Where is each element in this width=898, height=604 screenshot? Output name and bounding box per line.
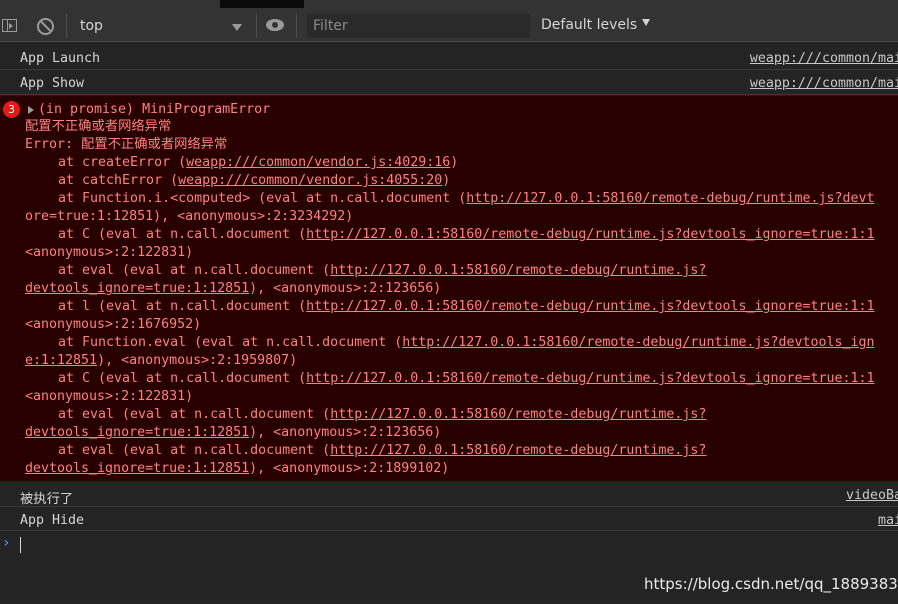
stack-text: at createError ( [58, 155, 187, 170]
stack-source-link[interactable]: http://127.0.0.1:58160/remote-debug/runt… [402, 335, 874, 350]
stack-line: <anonymous>:2:122831) [25, 244, 193, 262]
stack-line: 配置不正确或者网络异常 [25, 118, 171, 136]
console-message-row: App Hide mai [0, 507, 898, 531]
console-toolbar: top Default levels [0, 0, 898, 42]
stack-text: at eval (eval at n.call.document ( [58, 443, 331, 458]
stack-line: at Function.eval (eval at n.call.documen… [25, 334, 875, 352]
clear-console-icon[interactable] [37, 18, 54, 35]
toolbar-divider [256, 14, 257, 38]
stack-line: <anonymous>:2:122831) [25, 388, 193, 406]
log-levels-dropdown[interactable]: Default levels [541, 17, 651, 33]
stack-source-link[interactable]: http://127.0.0.1:58160/remote-debug/runt… [306, 299, 874, 314]
stack-line: at eval (eval at n.call.document (http:/… [25, 406, 706, 424]
log-message: App Show [20, 76, 85, 91]
stack-line: devtools_ignore=true:1:12851), <anonymou… [25, 460, 449, 478]
log-message: App Hide [20, 513, 85, 528]
stack-text: at C (eval at n.call.document ( [58, 371, 307, 386]
stack-text: at eval (eval at n.call.document ( [58, 263, 331, 278]
caret-down-icon [642, 19, 651, 26]
stack-text: ore=true:1:12851), <anonymous>:2:3234292… [25, 209, 354, 224]
stack-text: Error: 配置不正确或者网络异常 [25, 137, 228, 152]
stack-line: at createError (weapp:///common/vendor.j… [25, 154, 458, 172]
stack-source-link[interactable]: devtools_ignore=true:1:12851 [25, 281, 249, 296]
error-message-block: 3 (in promise) MiniProgramError 配置不正确或者网… [0, 95, 898, 482]
stack-source-link[interactable]: weapp:///common/vendor.js:4055:20 [178, 173, 442, 188]
stack-text: ), <anonymous>:2:1899102) [249, 461, 450, 476]
console-message-row: 被执行了 videoBa [0, 482, 898, 507]
source-link[interactable]: videoBa [846, 488, 898, 503]
log-levels-label: Default levels [541, 17, 638, 33]
stack-source-link[interactable]: devtools_ignore=true:1:12851 [25, 461, 249, 476]
stack-line: at l (eval at n.call.document (http://12… [25, 298, 875, 316]
stack-text: at C (eval at n.call.document ( [58, 227, 307, 242]
stack-line: at Function.i.<computed> (eval at n.call… [25, 190, 875, 208]
log-message: 被执行了 [20, 492, 74, 507]
console-prompt[interactable]: › [0, 531, 898, 559]
stack-source-link[interactable]: weapp:///common/vendor.js:4029:16 [186, 155, 450, 170]
toolbar-divider [296, 14, 297, 38]
stack-source-link[interactable]: http://127.0.0.1:58160/remote-debug/runt… [306, 227, 874, 242]
stack-line: devtools_ignore=true:1:12851), <anonymou… [25, 280, 441, 298]
source-link[interactable]: weapp:///common/mai [750, 51, 898, 66]
source-link[interactable]: weapp:///common/mai [750, 76, 898, 91]
live-expression-eye-icon[interactable] [266, 19, 284, 31]
console-message-row: App Show weapp:///common/mai [0, 70, 898, 95]
tab-strip-fragment [220, 0, 304, 8]
sidebar-toggle-icon[interactable] [2, 19, 17, 32]
stack-source-link[interactable]: http://127.0.0.1:58160/remote-debug/runt… [466, 191, 874, 206]
stack-text: at eval (eval at n.call.document ( [58, 407, 331, 422]
stack-source-link[interactable]: devtools_ignore=true:1:12851 [25, 425, 249, 440]
stack-text: at l (eval at n.call.document ( [58, 299, 307, 314]
stack-text: ) [450, 155, 459, 170]
error-summary[interactable]: (in promise) MiniProgramError [38, 101, 270, 119]
expand-triangle-icon[interactable] [28, 106, 34, 114]
stack-text: ), <anonymous>:2:1959807) [97, 353, 298, 368]
stack-line: at catchError (weapp:///common/vendor.js… [25, 172, 450, 190]
stack-text: ), <anonymous>:2:123656) [249, 425, 442, 440]
chevron-down-icon [232, 24, 242, 31]
stack-text: at Function.i.<computed> (eval at n.call… [58, 191, 467, 206]
log-message: App Launch [20, 51, 101, 66]
toolbar-divider [66, 14, 67, 38]
stack-text: at Function.eval (eval at n.call.documen… [58, 335, 403, 350]
stack-text: at catchError ( [58, 173, 179, 188]
watermark: https://blog.csdn.net/qq_18893835 [644, 575, 898, 593]
stack-source-link[interactable]: http://127.0.0.1:58160/remote-debug/runt… [306, 371, 874, 386]
stack-line: Error: 配置不正确或者网络异常 [25, 136, 227, 154]
stack-text: 配置不正确或者网络异常 [25, 119, 172, 134]
stack-line: ore=true:1:12851), <anonymous>:2:3234292… [25, 208, 353, 226]
stack-source-link[interactable]: http://127.0.0.1:58160/remote-debug/runt… [330, 263, 706, 278]
error-count-badge: 3 [3, 101, 20, 118]
stack-source-link[interactable]: http://127.0.0.1:58160/remote-debug/runt… [330, 407, 706, 422]
stack-line: at eval (eval at n.call.document (http:/… [25, 442, 706, 460]
stack-text: <anonymous>:2:122831) [25, 389, 194, 404]
text-cursor [20, 537, 21, 553]
stack-line: at C (eval at n.call.document (http://12… [25, 370, 875, 388]
stack-line: e:1:12851), <anonymous>:2:1959807) [25, 352, 297, 370]
context-selector[interactable]: top [72, 14, 248, 40]
stack-source-link[interactable]: http://127.0.0.1:58160/remote-debug/runt… [330, 443, 706, 458]
prompt-chevron-icon: › [2, 535, 11, 551]
stack-line: at eval (eval at n.call.document (http:/… [25, 262, 706, 280]
stack-line: at C (eval at n.call.document (http://12… [25, 226, 875, 244]
stack-text: <anonymous>:2:1676952) [25, 317, 202, 332]
stack-text: ), <anonymous>:2:123656) [249, 281, 442, 296]
stack-line: <anonymous>:2:1676952) [25, 316, 201, 334]
stack-text: <anonymous>:2:122831) [25, 245, 194, 260]
filter-input[interactable] [307, 14, 530, 38]
console-message-row: App Launch weapp:///common/mai [0, 45, 898, 70]
context-label: top [80, 18, 103, 34]
stack-line: devtools_ignore=true:1:12851), <anonymou… [25, 424, 441, 442]
stack-source-link[interactable]: e:1:12851 [25, 353, 97, 368]
source-link[interactable]: mai [878, 513, 898, 528]
stack-text: ) [442, 173, 451, 188]
